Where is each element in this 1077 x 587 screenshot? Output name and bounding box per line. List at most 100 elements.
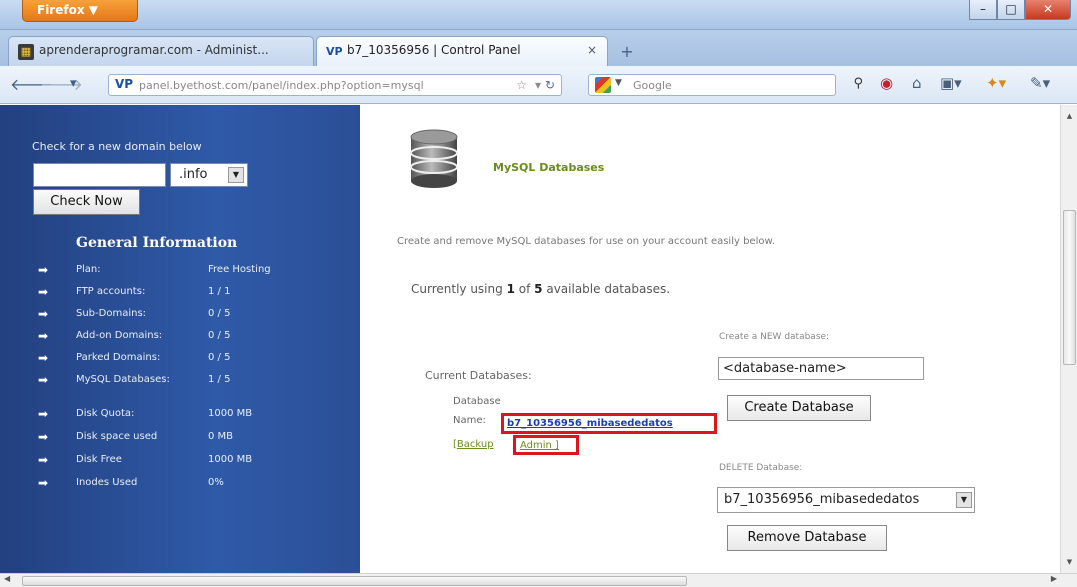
google-logo-icon[interactable] — [595, 77, 611, 93]
firefox-menu-button[interactable]: Firefox ▼ — [22, 0, 138, 22]
tab-label: b7_10356956 | Control Panel — [347, 43, 521, 57]
bookmark-star-icon[interactable]: ☆ — [516, 78, 527, 92]
main-content: MySQL Databases Create and remove MySQL … — [361, 105, 1060, 573]
tld-select[interactable]: .info ▼ — [170, 163, 248, 187]
window-titlebar: Firefox ▼ – □ ✕ — [0, 0, 1077, 30]
window-controls: – □ ✕ — [969, 0, 1071, 20]
info-label: Parked Domains: — [76, 352, 161, 363]
info-value: 1000 MB — [208, 454, 253, 465]
tools-icon[interactable]: ✎▾ — [1030, 74, 1050, 92]
delete-database-select[interactable]: b7_10356956_mibasededatos ▼ — [717, 487, 975, 513]
arrow-right-icon: ➡ — [38, 307, 49, 321]
info-value: 0 MB — [208, 431, 234, 442]
scroll-left-icon[interactable]: ◀ — [4, 574, 10, 583]
create-database-label: Create a NEW database: — [719, 332, 830, 342]
current-databases-label: Current Databases: — [425, 369, 532, 382]
record-icon[interactable]: ◉ — [880, 74, 893, 92]
info-value: 1 / 1 — [208, 286, 231, 297]
usage-used: 1 — [506, 282, 515, 296]
page-title: MySQL Databases — [493, 161, 605, 174]
new-tab-button[interactable]: + — [614, 42, 640, 64]
url-dropdown-icon[interactable]: ▾ — [535, 78, 541, 92]
close-window-button[interactable]: ✕ — [1025, 0, 1071, 20]
engine-dropdown-icon[interactable]: ▼ — [615, 78, 622, 88]
sidebar: Check for a new domain below .info ▼ Che… — [0, 105, 360, 573]
addon-icon[interactable]: ✦▾ — [986, 74, 1006, 92]
delete-database-label: DELETE Database: — [719, 463, 803, 473]
domain-search-input[interactable] — [33, 163, 166, 187]
close-tab-icon[interactable]: × — [587, 43, 597, 57]
arrow-right-icon: ➡ — [38, 453, 49, 467]
screen-icon[interactable]: ▣▾ — [940, 74, 962, 92]
arrow-right-icon: ➡ — [38, 329, 49, 343]
usage-text: Currently using 1 of 5 available databas… — [411, 282, 670, 296]
tab-control-panel[interactable]: VP b7_10356956 | Control Panel × — [316, 36, 608, 66]
delete-select-value: b7_10356956_mibasededatos — [724, 492, 920, 507]
database-icon — [410, 129, 458, 188]
info-label: Inodes Used — [76, 477, 138, 488]
info-label: FTP accounts: — [76, 286, 146, 297]
url-bar[interactable]: VP panel.byethost.com/panel/index.php?op… — [108, 74, 562, 96]
info-value: 1000 MB — [208, 408, 253, 419]
admin-link[interactable]: Admin ] — [513, 435, 579, 455]
maximize-button[interactable]: □ — [997, 0, 1025, 20]
vp-favicon-icon: VP — [326, 45, 343, 58]
scroll-down-icon[interactable]: ▼ — [1063, 555, 1076, 569]
arrow-right-icon: ➡ — [38, 407, 49, 421]
info-label: Add-on Domains: — [76, 330, 163, 341]
info-value: 0 / 5 — [208, 352, 231, 363]
database-name-link[interactable]: b7_10356956_mibasededatos — [501, 413, 717, 434]
usage-middle: of — [518, 282, 531, 296]
check-now-button[interactable]: Check Now — [33, 189, 140, 215]
reload-icon[interactable]: ↻ — [545, 78, 555, 92]
intro-text: Create and remove MySQL databases for us… — [397, 236, 775, 247]
arrow-right-icon: ➡ — [38, 263, 49, 277]
chevron-down-icon[interactable]: ▼ — [228, 167, 244, 183]
chevron-down-icon[interactable]: ▼ — [956, 492, 972, 508]
info-label: Disk space used — [76, 431, 158, 442]
tab-aprenderaprogramar[interactable]: ▦ aprenderaprogramar.com - Administ... — [8, 36, 314, 66]
tab-strip: ▦ aprenderaprogramar.com - Administ... V… — [0, 30, 1077, 66]
navigation-toolbar: 🡐 🡒 ▾ VP panel.byethost.com/panel/index.… — [0, 66, 1077, 104]
scroll-up-icon[interactable]: ▲ — [1063, 109, 1076, 123]
home-icon[interactable]: ⌂ — [912, 74, 922, 92]
site-identity-icon[interactable]: VP — [115, 77, 133, 91]
create-database-button[interactable]: Create Database — [727, 395, 871, 421]
history-dropdown-icon[interactable]: ▾ — [70, 76, 77, 91]
info-value: 0% — [208, 477, 224, 488]
vertical-scrollbar[interactable]: ▲ ▼ — [1060, 105, 1077, 573]
usage-suffix: available databases. — [546, 282, 671, 296]
vertical-scroll-thumb[interactable] — [1063, 210, 1076, 365]
arrow-right-icon: ➡ — [38, 285, 49, 299]
minimize-button[interactable]: – — [969, 0, 997, 20]
site-favicon-icon: ▦ — [18, 44, 34, 60]
tab-label: aprenderaprogramar.com - Administ... — [39, 43, 269, 57]
horizontal-scroll-thumb[interactable] — [22, 576, 687, 586]
url-path: /panel/index.php?option=mysql — [248, 79, 424, 92]
usage-total: 5 — [534, 282, 543, 296]
info-label: Disk Free — [76, 454, 122, 465]
search-box[interactable]: ▼ Google ⚲ — [588, 74, 863, 96]
arrow-right-icon: ➡ — [38, 476, 49, 490]
remove-database-button[interactable]: Remove Database — [727, 525, 887, 551]
database-label: Database — [453, 396, 501, 407]
horizontal-scrollbar[interactable]: ◀ ▶ — [0, 573, 1077, 587]
info-value: 1 / 5 — [208, 374, 231, 385]
name-label: Name: — [453, 415, 486, 426]
database-name-input[interactable]: <database-name> — [718, 357, 924, 380]
search-placeholder: Google — [633, 79, 672, 92]
info-label: Disk Quota: — [76, 408, 135, 419]
info-value: Free Hosting — [208, 264, 271, 275]
info-label: MySQL Databases: — [76, 374, 170, 385]
search-icon[interactable]: ⚲ — [853, 76, 863, 91]
tld-value: .info — [179, 167, 208, 182]
info-value: 0 / 5 — [208, 330, 231, 341]
url-host: panel.byethost.com — [139, 79, 249, 92]
domain-check-label: Check for a new domain below — [32, 140, 202, 153]
info-value: 0 / 5 — [208, 308, 231, 319]
general-information-title: General Information — [76, 235, 238, 251]
backup-link-label: Backup — [456, 439, 494, 450]
scroll-right-icon[interactable]: ▶ — [1051, 574, 1057, 583]
arrow-right-icon: ➡ — [38, 351, 49, 365]
backup-link[interactable]: [Backup — [453, 439, 494, 450]
